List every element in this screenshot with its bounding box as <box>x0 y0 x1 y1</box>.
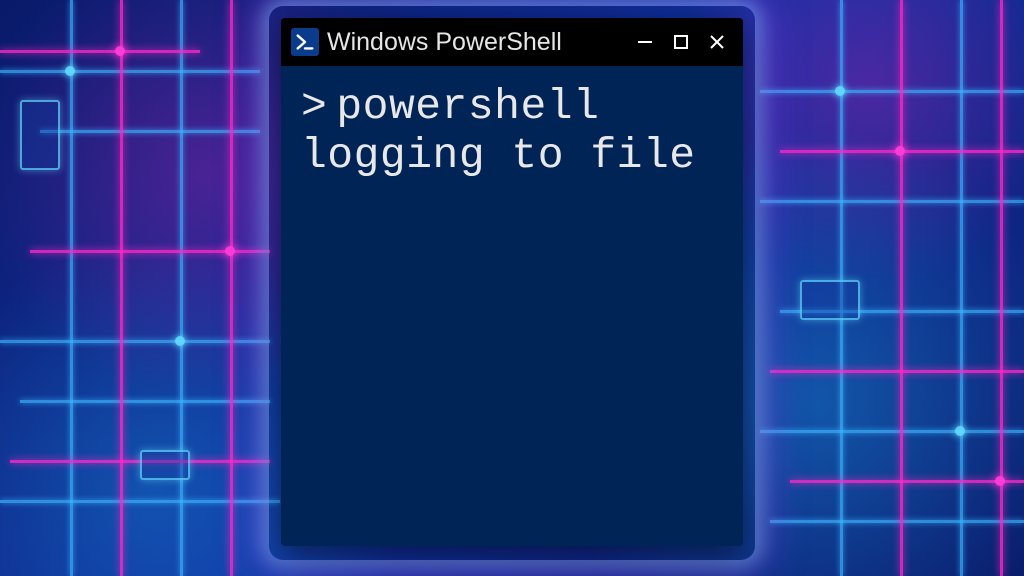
window-controls <box>627 18 735 66</box>
close-button[interactable] <box>699 18 735 66</box>
command-text: powershell logging to file <box>301 82 696 180</box>
console-area[interactable]: >powershell logging to file <box>281 66 743 546</box>
maximize-button[interactable] <box>663 18 699 66</box>
powershell-icon <box>291 28 319 56</box>
window-title: Windows PowerShell <box>327 28 619 57</box>
minimize-button[interactable] <box>627 18 663 66</box>
powershell-window: Windows PowerShell >powershell logging t… <box>281 18 743 546</box>
titlebar[interactable]: Windows PowerShell <box>281 18 743 66</box>
prompt-symbol: > <box>301 82 327 131</box>
